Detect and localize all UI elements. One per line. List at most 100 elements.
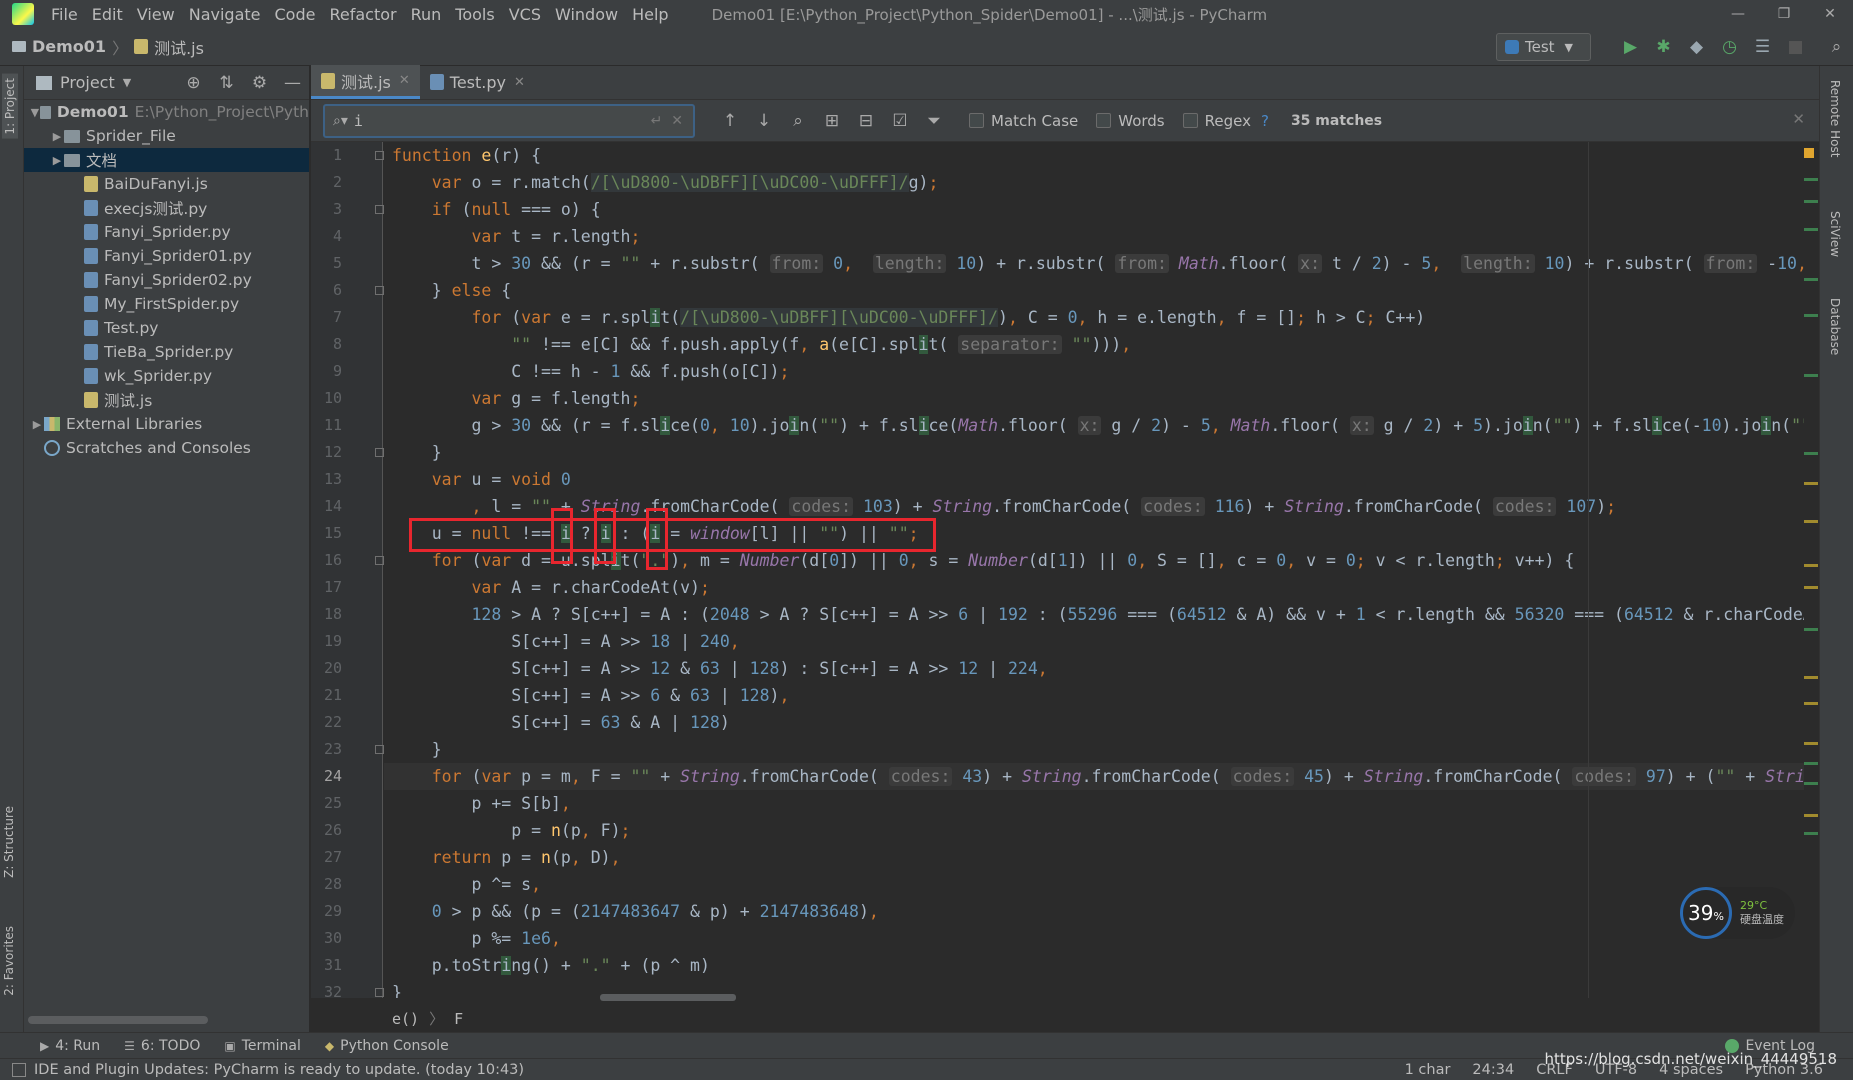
menu-view[interactable]: View bbox=[130, 5, 182, 24]
tree-item[interactable]: 测试.js bbox=[24, 388, 309, 412]
locate-icon[interactable]: ⊕ bbox=[177, 73, 210, 93]
status-message[interactable]: IDE and Plugin Updates: PyCharm is ready… bbox=[12, 1062, 524, 1078]
editor-horizontal-scrollbar[interactable] bbox=[600, 994, 736, 1001]
code-line[interactable]: } else { bbox=[384, 277, 1804, 304]
code-line[interactable]: C !== h - 1 && f.push(o[C]); bbox=[384, 358, 1804, 385]
find-all-icon[interactable]: ⌕ bbox=[781, 111, 815, 131]
coverage-icon[interactable]: ◆ bbox=[1680, 37, 1713, 57]
menu-navigate[interactable]: Navigate bbox=[182, 5, 268, 24]
code-line[interactable]: } bbox=[384, 439, 1804, 466]
code-line[interactable]: if (null === o) { bbox=[384, 196, 1804, 223]
regex-checkbox[interactable]: Regex bbox=[1182, 112, 1251, 130]
previous-occurrence-icon[interactable]: ↑ bbox=[713, 111, 747, 131]
close-search-icon[interactable]: ✕ bbox=[1792, 110, 1805, 128]
run-icon[interactable]: ▶ bbox=[1614, 37, 1647, 57]
fold-marker-icon[interactable] bbox=[375, 556, 384, 565]
regex-help-link[interactable]: ? bbox=[1261, 112, 1269, 130]
code-line[interactable]: var u = void 0 bbox=[384, 466, 1804, 493]
search-field[interactable]: ⌕▾ ↵ ✕ bbox=[323, 103, 695, 138]
breadcrumb-function[interactable]: e() bbox=[392, 1010, 419, 1028]
expand-arrow-icon[interactable]: ▼ bbox=[30, 106, 40, 119]
chevron-down-icon[interactable]: ▼ bbox=[123, 76, 131, 89]
match-case-checkbox[interactable]: Match Case bbox=[969, 112, 1078, 130]
code-line[interactable]: 128 > A ? S[c++] = A : (2048 > A ? S[c++… bbox=[384, 601, 1804, 628]
code-line[interactable]: S[c++] = A >> 12 & 63 | 128) : S[c++] = … bbox=[384, 655, 1804, 682]
status-caret-position[interactable]: 24:34 bbox=[1472, 1062, 1514, 1078]
code-line[interactable]: S[c++] = 63 & A | 128) bbox=[384, 709, 1804, 736]
tab-test-py[interactable]: Test.py ✕ bbox=[420, 65, 535, 99]
clear-search-icon[interactable]: ↵ ✕ bbox=[651, 113, 683, 129]
code-line[interactable]: t > 30 && (r = "" + r.substr( from: 0, l… bbox=[384, 250, 1804, 277]
menu-help[interactable]: Help bbox=[625, 5, 675, 24]
search-input[interactable] bbox=[353, 111, 604, 130]
stop-icon[interactable]: ■ bbox=[1779, 37, 1812, 57]
project-view-select[interactable]: Project bbox=[60, 73, 115, 92]
hide-panel-icon[interactable]: — bbox=[276, 73, 309, 93]
filter-icon[interactable]: ⏷ bbox=[917, 111, 951, 131]
code-line[interactable]: p = n(p, F); bbox=[384, 817, 1804, 844]
tree-item[interactable]: Fanyi_Sprider02.py bbox=[24, 268, 309, 292]
select-all-occurrences-icon[interactable]: ☑ bbox=[883, 111, 917, 131]
collapse-all-icon[interactable]: ⇅ bbox=[210, 73, 243, 93]
tree-item[interactable]: ▶ Sprider_File bbox=[24, 124, 309, 148]
breadcrumb-file[interactable]: 测试.js bbox=[154, 35, 204, 59]
code-line[interactable]: p ^= s, bbox=[384, 871, 1804, 898]
tree-item[interactable]: Fanyi_Sprider01.py bbox=[24, 244, 309, 268]
menu-edit[interactable]: Edit bbox=[85, 5, 130, 24]
tool-run[interactable]: ▶ 4: Run bbox=[40, 1038, 100, 1054]
minimize-button[interactable]: — bbox=[1715, 0, 1761, 28]
code-line[interactable]: } bbox=[384, 979, 1804, 998]
run-config-select[interactable]: Test ▼ bbox=[1496, 33, 1591, 61]
fold-marker-icon[interactable] bbox=[375, 286, 384, 295]
maximize-button[interactable]: ❐ bbox=[1761, 0, 1807, 28]
remove-occurrence-icon[interactable]: ⊟ bbox=[849, 111, 883, 131]
code-line[interactable]: for (var p = m, F = "" + String.fromChar… bbox=[384, 763, 1804, 790]
code-line[interactable]: p %= 1e6, bbox=[384, 925, 1804, 952]
tree-item[interactable]: ▶ 文档 bbox=[24, 148, 309, 172]
close-window-button[interactable]: ✕ bbox=[1807, 0, 1853, 28]
words-checkbox[interactable]: Words bbox=[1096, 112, 1165, 130]
search-everywhere-icon[interactable]: ⌕ bbox=[1820, 37, 1853, 57]
menu-file[interactable]: File bbox=[44, 5, 85, 24]
code-line[interactable]: S[c++] = A >> 6 & 63 | 128), bbox=[384, 682, 1804, 709]
code-line[interactable]: var o = r.match(/[\uD800-\uDBFF][\uDC00-… bbox=[384, 169, 1804, 196]
code-line[interactable]: p += S[b], bbox=[384, 790, 1804, 817]
line-number-gutter[interactable]: 1 2 3 4 5 6 7 8 9 10 11 12 13 14 15 16 17 18 19 20 21 22 23 24 2… bbox=[311, 142, 384, 1001]
code-line[interactable]: return p = n(p, D), bbox=[384, 844, 1804, 871]
code-line[interactable]: 0 > p && (p = (2147483647 & p) + 2147483… bbox=[384, 898, 1804, 925]
add-occurrence-icon[interactable]: ⊞ bbox=[815, 111, 849, 131]
close-tab-icon[interactable]: ✕ bbox=[399, 73, 410, 88]
tab-structure[interactable]: Z: Structure bbox=[2, 806, 16, 878]
menu-tools[interactable]: Tools bbox=[448, 5, 501, 24]
tree-item[interactable]: Test.py bbox=[24, 316, 309, 340]
tree-item[interactable]: TieBa_Sprider.py bbox=[24, 340, 309, 364]
menu-vcs[interactable]: VCS bbox=[502, 5, 548, 24]
code-line[interactable]: for (var e = r.split(/[\uD800-\uDBFF][\u… bbox=[384, 304, 1804, 331]
close-tab-icon[interactable]: ✕ bbox=[514, 75, 525, 90]
tab-favorites[interactable]: 2: Favorites bbox=[2, 926, 16, 996]
tab-project[interactable]: 1: Project bbox=[2, 74, 18, 139]
collapse-arrow-icon[interactable]: ▶ bbox=[50, 130, 64, 143]
tree-item[interactable]: My_FirstSpider.py bbox=[24, 292, 309, 316]
fold-marker-icon[interactable] bbox=[375, 205, 384, 214]
code-line[interactable]: "" !== e[C] && f.push.apply(f, a(e[C].sp… bbox=[384, 331, 1804, 358]
horizontal-scrollbar[interactable] bbox=[28, 1016, 208, 1024]
tab-sciview[interactable]: SciView bbox=[1828, 211, 1842, 257]
menu-refactor[interactable]: Refactor bbox=[322, 5, 403, 24]
code-line[interactable]: function e(r) { bbox=[384, 142, 1804, 169]
collapse-arrow-icon[interactable]: ▶ bbox=[50, 154, 64, 167]
fold-marker-icon[interactable] bbox=[375, 151, 384, 160]
tab-test-js[interactable]: 测试.js ✕ bbox=[311, 65, 420, 99]
tree-item[interactable]: Fanyi_Sprider.py bbox=[24, 220, 309, 244]
debug-icon[interactable]: ✱ bbox=[1647, 37, 1680, 57]
tree-item[interactable]: wk_Sprider.py bbox=[24, 364, 309, 388]
collapse-arrow-icon[interactable]: ▶ bbox=[30, 418, 44, 431]
menu-code[interactable]: Code bbox=[268, 5, 323, 24]
fold-marker-icon[interactable] bbox=[375, 448, 384, 457]
menu-run[interactable]: Run bbox=[404, 5, 449, 24]
code-line[interactable]: var g = f.length; bbox=[384, 385, 1804, 412]
code-line[interactable]: var t = r.length; bbox=[384, 223, 1804, 250]
breadcrumb-project[interactable]: Demo01 bbox=[32, 37, 106, 56]
breadcrumb-variable[interactable]: F bbox=[454, 1010, 463, 1028]
tab-database[interactable]: Database bbox=[1828, 298, 1842, 355]
